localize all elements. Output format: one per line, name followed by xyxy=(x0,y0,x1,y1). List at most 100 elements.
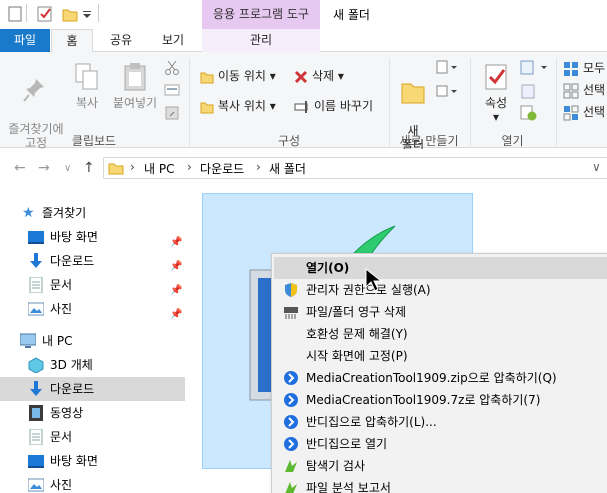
breadcrumb-downloads[interactable]: 다운로드 xyxy=(200,160,244,177)
menu-item-scan[interactable]: 탐색기 검사 xyxy=(274,455,607,477)
forward-arrow-icon[interactable]: → xyxy=(38,160,50,176)
delete-x-icon xyxy=(294,70,308,83)
open-group-label: 열기 xyxy=(501,134,524,148)
tab-manage[interactable]: 관리 xyxy=(202,29,320,52)
breadcrumb-separator-icon[interactable]: › xyxy=(256,160,261,174)
menu-item-open[interactable]: 열기(O) xyxy=(274,257,607,279)
easy-access-icon[interactable] xyxy=(436,83,458,99)
address-bar[interactable]: › 내 PC › 다운로드 › 새 폴더 ∨ xyxy=(103,157,607,179)
nav-item-label: 문서 xyxy=(50,278,73,292)
antivirus-icon xyxy=(285,482,297,493)
pin-icon[interactable]: 📌 xyxy=(170,303,182,327)
paste-shortcut-icon[interactable] xyxy=(164,104,180,120)
nav-this-pc-label: 내 PC xyxy=(42,334,73,348)
menu-item-label: 시작 화면에 고정(P) xyxy=(306,349,408,363)
nav-quick-access-label: 즐겨찾기 xyxy=(42,206,87,220)
menu-item-pin-to-start[interactable]: 시작 화면에 고정(P) xyxy=(274,345,607,367)
menu-item-analysis-report[interactable]: 파일 분석 보고서 xyxy=(274,477,607,493)
mouse-cursor-icon xyxy=(365,268,383,292)
paste-icon xyxy=(124,63,146,91)
new-folder-qat-icon[interactable] xyxy=(62,6,78,22)
cut-icon[interactable] xyxy=(164,60,180,76)
desktop-icon xyxy=(28,231,44,244)
nav-item-pictures-pc[interactable]: 사진 xyxy=(0,473,185,493)
customize-qat-icon[interactable] xyxy=(82,6,92,22)
clipboard-group-label: 클립보드 xyxy=(71,134,117,148)
delete-button[interactable]: 삭제 ▾ xyxy=(294,66,344,86)
select-none-icon xyxy=(563,83,579,98)
nav-item-label: 사진 xyxy=(50,302,73,316)
context-group-label: 응용 프로그램 도구 xyxy=(202,0,320,29)
new-item-icon[interactable] xyxy=(436,60,458,76)
title-bar: 응용 프로그램 도구 새 폴더 xyxy=(0,0,607,29)
move-to-button[interactable]: 이동 위치 ▾ xyxy=(200,66,276,86)
copy-button[interactable]: 복사 xyxy=(70,62,104,110)
copy-folder-icon xyxy=(200,102,214,113)
new-group-label: 새로 만들기 xyxy=(399,134,459,148)
document-icon xyxy=(29,429,43,445)
up-arrow-icon[interactable]: ↑ xyxy=(83,160,95,176)
nav-item-videos[interactable]: 동영상 xyxy=(0,401,185,425)
nav-item-label: 바탕 화면 xyxy=(50,230,98,244)
divider xyxy=(98,4,99,22)
paste-button[interactable]: 붙여넣기 xyxy=(108,62,162,110)
bandizip-icon xyxy=(284,415,298,429)
select-all-button[interactable]: 모두 xyxy=(563,58,605,78)
menu-item-label: MediaCreationTool1909.7z로 압축하기(7) xyxy=(306,393,541,407)
select-all-icon xyxy=(564,61,578,76)
menu-item-run-as-admin[interactable]: 관리자 권한으로 실행(A) xyxy=(274,279,607,301)
menu-item-compress-zip[interactable]: MediaCreationTool1909.zip으로 압축하기(Q) xyxy=(274,367,607,389)
open-icon[interactable] xyxy=(520,60,550,76)
menu-item-troubleshoot-compat[interactable]: 호환성 문제 해결(Y) xyxy=(274,323,607,345)
select-all-label: 모두 xyxy=(583,61,606,75)
nav-item-downloads[interactable]: 다운로드 📌 xyxy=(0,249,185,273)
page-icon[interactable] xyxy=(8,6,22,22)
document-icon xyxy=(29,277,43,293)
nav-item-label: 문서 xyxy=(50,430,73,444)
nav-item-documents[interactable]: 문서 📌 xyxy=(0,273,185,297)
tab-view[interactable]: 보기 xyxy=(150,29,196,52)
menu-item-label: 반디집으로 압축하기(L)... xyxy=(306,415,437,429)
pictures-icon xyxy=(28,478,44,492)
copy-path-icon[interactable] xyxy=(164,83,180,97)
menu-item-open-bandizip[interactable]: 반디집으로 열기 xyxy=(274,433,607,455)
history-icon[interactable] xyxy=(520,105,538,121)
rename-button[interactable]: 이름 바꾸기 xyxy=(294,96,373,116)
select-none-button[interactable]: 선택 xyxy=(563,80,605,100)
menu-item-shred[interactable]: 파일/폴더 영구 삭제 xyxy=(274,301,607,323)
nav-quick-access[interactable]: ★ 즐겨찾기 xyxy=(0,201,185,225)
tab-home[interactable]: 홈 xyxy=(51,29,93,53)
tab-file[interactable]: 파일 xyxy=(0,29,50,52)
ribbon: 즐겨찾기에 고정 복사 붙여넣기 클립보드 이동 위치 ▾ 삭제 ▾ 복사 위치… xyxy=(0,52,607,152)
nav-this-pc[interactable]: 내 PC xyxy=(0,329,185,353)
nav-item-desktop[interactable]: 바탕 화면 📌 xyxy=(0,225,185,249)
window-title: 새 폴더 xyxy=(333,8,370,22)
copy-to-button[interactable]: 복사 위치 ▾ xyxy=(200,96,276,116)
breadcrumb-separator-icon[interactable]: › xyxy=(187,160,192,174)
address-dropdown-icon[interactable]: ∨ xyxy=(592,160,601,174)
context-menu: 열기(O) 관리자 권한으로 실행(A) 파일/폴더 영구 삭제 호환성 문제 … xyxy=(271,253,607,493)
invert-selection-button[interactable]: 선택 xyxy=(563,102,605,122)
nav-item-pictures[interactable]: 사진 📌 xyxy=(0,297,185,321)
nav-item-label: 동영상 xyxy=(50,406,84,420)
nav-item-label: 다운로드 xyxy=(50,254,95,268)
nav-item-3d-objects[interactable]: 3D 개체 xyxy=(0,353,185,377)
menu-item-compress-7z[interactable]: MediaCreationTool1909.7z로 압축하기(7) xyxy=(274,389,607,411)
tab-share[interactable]: 공유 xyxy=(100,29,142,52)
copy-icon xyxy=(75,63,98,90)
invert-selection-icon xyxy=(563,105,579,120)
breadcrumb-new-folder[interactable]: 새 폴더 xyxy=(269,160,306,177)
nav-item-documents-pc[interactable]: 문서 xyxy=(0,425,185,449)
back-arrow-icon[interactable]: ← xyxy=(14,160,26,176)
group-separator xyxy=(556,58,557,146)
nav-item-desktop-pc[interactable]: 바탕 화면 xyxy=(0,449,185,473)
menu-item-compress-bandizip[interactable]: 반디집으로 압축하기(L)... xyxy=(274,411,607,433)
properties-qat-icon[interactable] xyxy=(37,6,53,22)
breadcrumb-this-pc[interactable]: 내 PC xyxy=(144,160,174,177)
properties-button[interactable]: 속성 ▾ xyxy=(476,62,516,124)
nav-item-downloads-pc[interactable]: 다운로드 xyxy=(0,377,185,401)
edit-icon[interactable] xyxy=(520,83,536,99)
breadcrumb-separator-icon[interactable]: › xyxy=(130,160,135,174)
recent-locations-chevron-icon[interactable]: ∨ xyxy=(64,163,71,174)
nav-item-label: 바탕 화면 xyxy=(50,454,98,468)
